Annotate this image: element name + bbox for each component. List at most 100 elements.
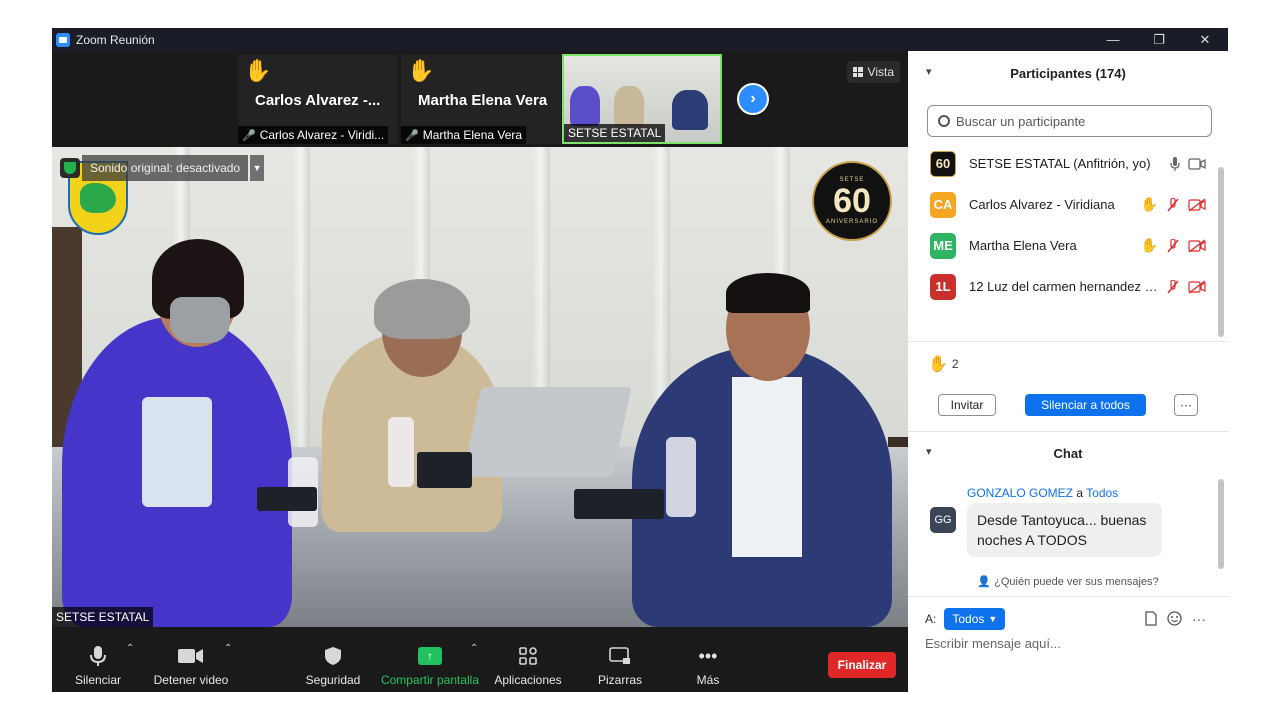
minimize-button[interactable]: — <box>1090 28 1136 51</box>
chat-tools: ··· <box>1145 611 1206 627</box>
participant-row[interactable]: ME Martha Elena Vera ✋ <box>908 225 1220 266</box>
participant-row[interactable]: 60 SETSE ESTATAL (Anfitrión, yo) <box>908 143 1220 184</box>
chevron-up-icon[interactable]: ⌃ <box>470 643 478 654</box>
microphone-base <box>417 452 472 488</box>
chevron-down-icon[interactable]: ▾ <box>926 65 932 78</box>
divider <box>908 596 1228 597</box>
chat-sender-name[interactable]: GONZALO GOMEZ <box>967 486 1073 500</box>
participant-tile-carlos[interactable]: ✋ Carlos Alvarez -... 🎤 Carlos Alvarez -… <box>238 54 398 144</box>
maximize-button[interactable]: ❐ <box>1136 28 1182 51</box>
avatar: GG <box>930 507 956 533</box>
tile-person-thumbnail <box>570 86 600 126</box>
avatar: ME <box>930 232 956 259</box>
microphone-muted-icon[interactable] <box>1166 238 1180 253</box>
participants-more-button[interactable]: ··· <box>1174 394 1198 416</box>
emoji-icon[interactable] <box>1167 611 1182 626</box>
more-dots-icon[interactable]: ··· <box>1192 611 1206 627</box>
end-meeting-button[interactable]: Finalizar <box>828 652 896 678</box>
user-lock-icon: 👤 <box>977 576 992 588</box>
chat-recipient-dropdown[interactable]: Todos ▼ <box>944 608 1006 630</box>
participant-list: 60 SETSE ESTATAL (Anfitrión, yo) CA Carl… <box>908 143 1220 305</box>
divider <box>908 431 1228 432</box>
video-off-icon[interactable] <box>1188 279 1206 294</box>
main-speaker-video[interactable]: Sonido original: desactivado ▼ SETSE 60 … <box>52 147 908 627</box>
participants-header: ▾ Participantes (174) <box>908 53 1228 93</box>
tile-name: Martha Elena Vera <box>418 92 548 109</box>
invite-button[interactable]: Invitar <box>938 394 996 416</box>
person-right-hair <box>726 273 810 313</box>
chevron-down-icon[interactable]: ▼ <box>250 155 265 181</box>
video-off-icon[interactable] <box>1188 238 1206 253</box>
original-sound-indicator[interactable]: Sonido original: desactivado ▼ <box>60 155 265 181</box>
apps-button[interactable]: Aplicaciones <box>492 627 564 692</box>
participant-name: SETSE ESTATAL (Anfitrión, yo) <box>969 156 1151 171</box>
tile-person-thumbnail <box>672 90 708 130</box>
mute-label: Silenciar <box>74 673 122 687</box>
chat-recipient[interactable]: Todos <box>1086 486 1118 500</box>
avatar: CA <box>930 191 956 218</box>
video-camera-icon <box>178 641 204 671</box>
whiteboards-button[interactable]: Pizarras <box>592 627 648 692</box>
close-button[interactable]: ✕ <box>1182 28 1228 51</box>
raised-hands-number: 2 <box>951 357 959 371</box>
share-screen-label: Compartir pantalla <box>380 673 480 687</box>
mic-muted-icon: 🎤 <box>405 129 419 142</box>
file-icon[interactable] <box>1145 611 1157 626</box>
video-camera-icon[interactable] <box>1188 157 1206 170</box>
participant-search-input[interactable] <box>956 113 1196 129</box>
raised-hands-count: ✋ 2 <box>928 354 959 374</box>
chevron-up-icon[interactable]: ⌃ <box>224 643 232 654</box>
who-can-see-messages[interactable]: 👤 ¿Quién puede ver sus mensajes? <box>908 575 1228 588</box>
view-button[interactable]: Vista <box>846 61 900 83</box>
original-sound-label: Sonido original: desactivado <box>82 155 249 181</box>
chevron-down-icon[interactable]: ▾ <box>926 445 932 458</box>
side-panel: ▾ Participantes (174) 60 SETSE ESTATAL (… <box>908 51 1228 692</box>
participant-list-scrollbar[interactable] <box>1218 167 1224 337</box>
laptop <box>462 387 632 477</box>
tile-label: 🎤 Martha Elena Vera <box>401 126 527 144</box>
chevron-right-icon[interactable]: › <box>737 83 769 115</box>
filmstrip: ✋ Carlos Alvarez -... 🎤 Carlos Alvarez -… <box>52 51 908 147</box>
zoom-app-window: Zoom Reunión — ❐ ✕ ✋ Carlos Alvarez -...… <box>52 28 1228 692</box>
water-bottle <box>666 437 696 517</box>
microphone-muted-icon[interactable] <box>1166 197 1180 212</box>
microphone-base <box>574 489 664 519</box>
tile-label-text: Carlos Alvarez - Viridi... <box>259 128 385 142</box>
tile-label-text: Martha Elena Vera <box>422 128 523 142</box>
chevron-up-icon[interactable]: ⌃ <box>126 643 134 654</box>
participant-tile-setse[interactable]: SETSE ESTATAL <box>562 54 722 144</box>
chat-to-label: A: <box>925 612 937 626</box>
share-screen-button[interactable]: ↑ Compartir pantalla <box>380 627 480 692</box>
chat-title: Chat <box>1053 445 1083 461</box>
participant-search[interactable] <box>927 105 1212 137</box>
anniversary-bottom-text: ANIVERSARIO <box>825 219 878 225</box>
microphone-icon <box>90 641 106 671</box>
raised-hand-icon: ✋ <box>1140 237 1158 253</box>
stop-video-button[interactable]: Detener video <box>152 627 230 692</box>
chat-scrollbar[interactable] <box>1218 479 1224 569</box>
chat-recipient-value: Todos <box>952 612 985 626</box>
view-button-label: Vista <box>867 65 894 79</box>
participant-row[interactable]: CA Carlos Alvarez - Viridiana ✋ <box>908 184 1220 225</box>
zoom-logo-icon <box>56 32 70 47</box>
speaker-name-label: SETSE ESTATAL <box>52 607 154 627</box>
participant-tile-martha[interactable]: ✋ Martha Elena Vera 🎤 Martha Elena Vera <box>401 54 561 144</box>
participant-row[interactable]: 1L 12 Luz del carmen hernandez h... <box>908 266 1220 305</box>
security-shield-icon <box>60 158 80 178</box>
raised-hand-icon: ✋ <box>244 58 272 83</box>
mute-all-button[interactable]: Silenciar a todos <box>1025 394 1146 416</box>
chat-message-header: GONZALO GOMEZ a Todos <box>967 486 1118 500</box>
apps-label: Aplicaciones <box>494 673 562 687</box>
security-label: Seguridad <box>305 673 361 687</box>
whiteboards-label: Pizarras <box>597 673 642 687</box>
microphone-icon[interactable] <box>1170 156 1180 171</box>
share-screen-icon: ↑ <box>418 641 442 671</box>
mute-button[interactable]: Silenciar <box>74 627 122 692</box>
video-off-icon[interactable] <box>1188 197 1206 212</box>
security-button[interactable]: Seguridad <box>304 627 362 692</box>
chat-message-input[interactable] <box>925 636 1215 651</box>
raised-hand-icon: ✋ <box>928 356 948 373</box>
tile-label: 🎤 Carlos Alvarez - Viridi... <box>238 126 389 144</box>
more-button[interactable]: ••• Más <box>688 627 728 692</box>
microphone-muted-icon[interactable] <box>1166 279 1180 294</box>
